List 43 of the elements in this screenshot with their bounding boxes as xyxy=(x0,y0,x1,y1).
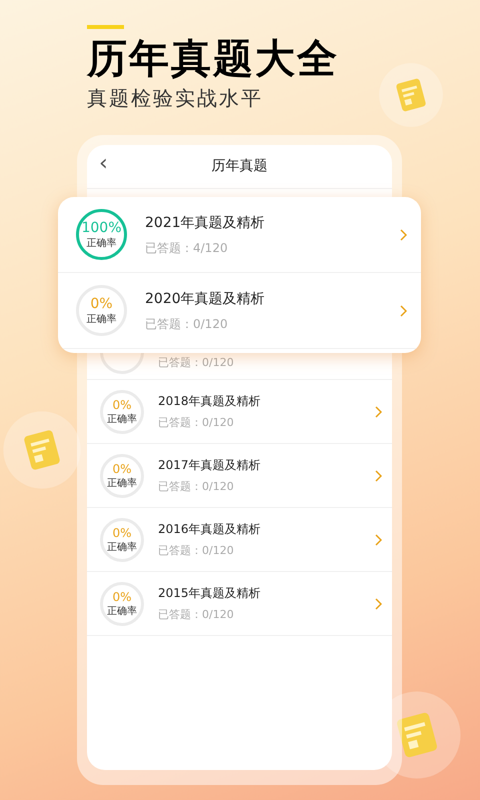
answered-count: 已答题：0/120 xyxy=(158,355,234,371)
headline-subtitle: 真题检验实战水平 xyxy=(87,85,264,111)
exam-list-item[interactable]: 0% 正确率 2016年真题及精析 已答题：0/120 xyxy=(87,508,392,572)
accuracy-percent: 0% xyxy=(112,526,132,538)
chevron-right-icon xyxy=(400,304,407,316)
accuracy-label: 正确率 xyxy=(86,314,116,324)
answered-count: 已答题：0/120 xyxy=(145,316,229,332)
accuracy-percent: 100% xyxy=(81,220,122,234)
exam-title: 2018年真题及精析 xyxy=(158,392,262,408)
back-button[interactable]: ‹ xyxy=(95,153,112,175)
chevron-right-icon xyxy=(375,406,382,418)
accuracy-percent: 0% xyxy=(112,398,132,410)
document-icon xyxy=(378,62,444,128)
exam-list-item[interactable]: 100% 正确率 2021年真题及精析 已答题：4/120 xyxy=(58,197,421,273)
chevron-right-icon xyxy=(400,228,407,240)
accuracy-percent: 0% xyxy=(112,462,132,474)
exam-list-item[interactable]: 0% 正确率 2018年真题及精析 已答题：0/120 xyxy=(87,380,392,444)
answered-count: 已答题：0/120 xyxy=(158,414,235,430)
screen-title: 历年真题 xyxy=(212,157,268,176)
accuracy-label: 正确率 xyxy=(86,238,116,248)
headline-title: 历年真题大全 xyxy=(87,35,340,83)
chevron-right-icon xyxy=(375,470,382,482)
exam-title: 2020年真题及精析 xyxy=(145,290,266,308)
exam-list-item[interactable]: 0% 正确率 2020年真题及精析 已答题：0/120 xyxy=(58,273,421,349)
accuracy-percent: 0% xyxy=(112,590,132,602)
exam-title: 2016年真题及精析 xyxy=(158,520,262,536)
accent-bar xyxy=(87,25,124,29)
exam-title: 2015年真题及精析 xyxy=(158,584,262,600)
exam-list-item[interactable]: 0% 正确率 2017年真题及精析 已答题：0/120 xyxy=(87,444,392,508)
accuracy-percent: 0% xyxy=(90,296,113,310)
accuracy-label: 正确率 xyxy=(107,542,137,552)
exam-title: 2017年真题及精析 xyxy=(158,456,262,472)
exam-title: 2021年真题及精析 xyxy=(145,214,266,232)
accuracy-label: 正确率 xyxy=(107,414,137,424)
answered-count: 已答题：0/120 xyxy=(158,542,235,558)
answered-count: 已答题：0/120 xyxy=(158,478,235,494)
chevron-right-icon xyxy=(375,598,382,610)
chevron-right-icon xyxy=(375,534,382,546)
exam-list-item[interactable]: 0% 正确率 2015年真题及精析 已答题：0/120 xyxy=(87,572,392,636)
accuracy-label: 正确率 xyxy=(107,478,137,488)
answered-count: 已答题：4/120 xyxy=(145,240,229,256)
answered-count: 已答题：0/120 xyxy=(158,606,235,622)
accuracy-label: 正确率 xyxy=(107,606,137,616)
